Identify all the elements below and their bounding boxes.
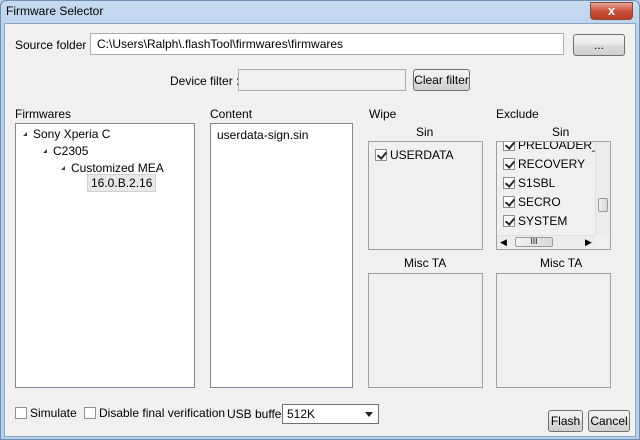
source-folder-field[interactable]: C:\Users\Ralph\.flashTool\firmwares\firm… — [90, 33, 564, 55]
flash-button[interactable]: Flash — [548, 410, 583, 432]
dialog-body: Source folder : C:\Users\Ralph\.flashToo… — [4, 23, 636, 437]
tree-node-model[interactable]: C2305 — [43, 144, 88, 158]
wipe-misc-ta-list[interactable] — [368, 273, 483, 388]
expand-arrow-icon[interactable] — [23, 132, 27, 136]
exclude-sin-list[interactable]: PRELOADER_ARIMA RECOVERY S1SBL SECRO SYS… — [496, 141, 611, 250]
exclude-misc-ta-list[interactable] — [496, 273, 611, 388]
horizontal-scroll-thumb[interactable]: III — [515, 237, 553, 247]
expand-arrow-icon[interactable] — [43, 149, 47, 153]
browse-button[interactable]: ... — [573, 34, 625, 56]
tree-node-device[interactable]: Sony Xperia C — [23, 127, 110, 141]
tree-node-version-label[interactable]: 16.0.B.2.16 — [87, 174, 157, 192]
checkbox-icon[interactable] — [503, 158, 515, 170]
wipe-sin-label: Sin — [416, 125, 434, 139]
wipe-sin-item-label: USERDATA — [390, 148, 454, 162]
checkbox-icon[interactable] — [375, 149, 387, 161]
exclude-sin-item-label: SYSTEM — [518, 214, 568, 228]
scroll-right-arrow-icon[interactable]: ▶ — [585, 237, 592, 248]
wipe-misc-ta-label: Misc TA — [404, 256, 447, 270]
wipe-sin-list[interactable]: USERDATA — [368, 141, 483, 250]
exclude-sin-item[interactable]: S1SBL — [503, 176, 555, 190]
exclude-sin-item[interactable]: SECRO — [503, 195, 561, 209]
exclude-sin-label: Sin — [552, 125, 570, 139]
exclude-sin-item[interactable]: SYSTEM — [503, 214, 567, 228]
firmwares-header: Firmwares — [15, 107, 71, 121]
content-list[interactable]: userdata-sign.sin — [210, 123, 353, 388]
vertical-scrollbar[interactable] — [595, 142, 610, 235]
simulate-option[interactable]: Simulate — [15, 406, 77, 420]
close-button[interactable]: x — [590, 2, 633, 20]
window-title: Firmware Selector — [6, 4, 104, 18]
tree-node-model-label: C2305 — [53, 144, 89, 158]
title-bar[interactable]: Firmware Selector x — [1, 1, 639, 23]
scroll-left-arrow-icon[interactable]: ◀ — [500, 237, 507, 248]
exclude-sin-item[interactable]: RECOVERY — [503, 157, 585, 171]
tree-node-variant[interactable]: Customized MEA — [61, 161, 164, 175]
usb-buffer-value: 512K — [287, 407, 316, 421]
device-filter-input[interactable] — [238, 69, 406, 91]
exclude-sin-item-label: RECOVERY — [518, 157, 586, 171]
checkbox-icon[interactable] — [503, 177, 515, 189]
firmwares-tree[interactable]: Sony Xperia C C2305 Customized MEA 16.0.… — [15, 123, 195, 388]
simulate-checkbox[interactable] — [15, 407, 27, 419]
simulate-label: Simulate — [30, 406, 77, 420]
tree-node-device-label: Sony Xperia C — [33, 127, 111, 141]
cancel-button[interactable]: Cancel — [588, 410, 630, 432]
vertical-scroll-thumb[interactable] — [598, 198, 608, 212]
checkbox-icon[interactable] — [503, 142, 515, 151]
content-item[interactable]: userdata-sign.sin — [217, 128, 308, 142]
expand-arrow-icon[interactable] — [61, 166, 65, 170]
device-filter-label: Device filter : — [170, 74, 240, 88]
disable-verification-option[interactable]: Disable final verification — [84, 406, 225, 420]
usb-buffer-label: USB buffer — [227, 407, 286, 421]
exclude-sin-item-label: S1SBL — [518, 176, 556, 190]
checkbox-icon[interactable] — [503, 196, 515, 208]
exclude-sin-item-label: SECRO — [518, 195, 561, 209]
usb-buffer-select[interactable]: 512K — [282, 404, 379, 424]
exclude-misc-ta-label: Misc TA — [540, 256, 583, 270]
source-folder-label: Source folder : — [15, 38, 94, 52]
checkbox-icon[interactable] — [503, 215, 515, 227]
wipe-sin-item[interactable]: USERDATA — [375, 148, 454, 162]
tree-node-version[interactable]: 16.0.B.2.16 — [87, 174, 157, 192]
chevron-down-icon — [365, 412, 373, 417]
clear-filter-button[interactable]: Clear filter — [413, 69, 470, 91]
content-header: Content — [210, 107, 253, 121]
disable-verification-checkbox[interactable] — [84, 407, 96, 419]
tree-node-variant-label: Customized MEA — [71, 161, 164, 175]
firmware-selector-window: Firmware Selector x Source folder : C:\U… — [0, 0, 640, 440]
horizontal-scrollbar[interactable]: ◀ III ▶ — [497, 235, 595, 248]
exclude-header: Exclude — [496, 107, 539, 121]
wipe-header: Wipe — [369, 107, 397, 121]
disable-verification-label: Disable final verification — [99, 406, 226, 420]
